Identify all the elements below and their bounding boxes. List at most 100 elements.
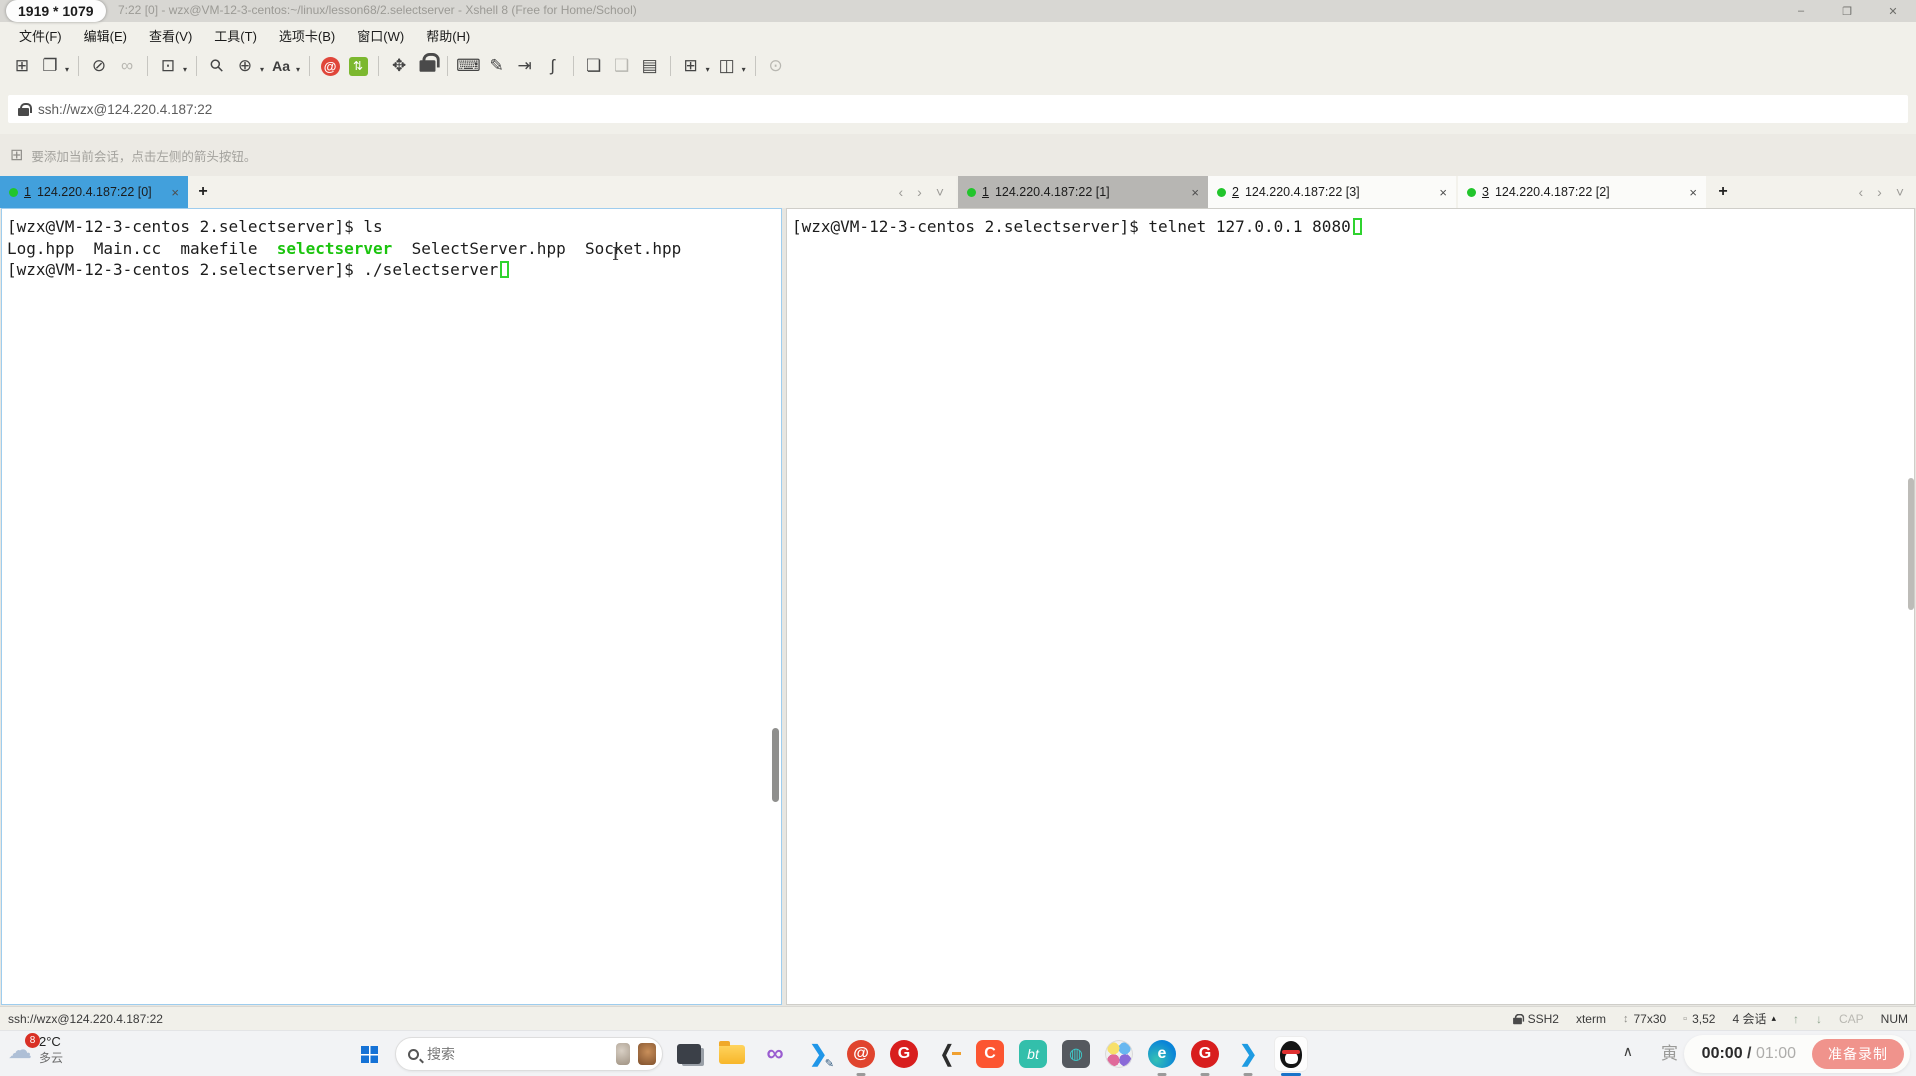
menu-help[interactable]: 帮助(H) <box>415 26 481 45</box>
search-highlight-image-icon[interactable] <box>637 1043 656 1065</box>
open-sessions-dropdown-icon[interactable]: ▾ <box>65 65 69 74</box>
tab-close-icon[interactable]: × <box>1679 185 1697 200</box>
leetcode-button[interactable]: ❬ <box>930 1036 964 1072</box>
qq-button[interactable] <box>1274 1036 1308 1076</box>
gitee-button[interactable]: G <box>887 1036 921 1072</box>
disconnect-icon[interactable]: ⊘ <box>87 53 111 79</box>
left-new-tab-button[interactable]: + <box>188 176 218 208</box>
font-icon[interactable]: Aa <box>269 53 293 79</box>
font-dropdown-icon[interactable]: ▾ <box>296 65 300 74</box>
paint-button[interactable] <box>1102 1036 1136 1072</box>
visual-studio-button[interactable]: ∞ <box>758 1036 792 1072</box>
address-field[interactable] <box>8 95 1908 123</box>
file-explorer-button[interactable] <box>715 1036 749 1072</box>
reconnect-icon[interactable]: ∞ <box>115 53 139 79</box>
vscode-edit-button[interactable]: ❮ ✎ <box>801 1036 835 1072</box>
right-tab-2[interactable]: 2 124.220.4.187:22 [3] × <box>1208 176 1458 208</box>
xftp-transfer-icon[interactable]: ⇅ <box>346 53 370 79</box>
add-session-hint-icon: ⊞ <box>10 147 24 164</box>
search-input[interactable] <box>427 1046 608 1062</box>
tab-scroll-right-icon[interactable]: › <box>1877 184 1882 200</box>
restore-icon[interactable]: ❐ <box>1824 0 1870 22</box>
right-tab-3[interactable]: 3 124.220.4.187:22 [2] × <box>1458 176 1708 208</box>
vscode-button[interactable]: ❮ <box>1231 1036 1265 1076</box>
tab-label: 124.220.4.187:22 [3] <box>1244 185 1360 199</box>
tray-expand-chevron-icon[interactable]: ∧ <box>1623 1043 1633 1060</box>
send-text-icon[interactable]: ⇥ <box>513 53 537 79</box>
right-pane-scrollbar-thumb[interactable] <box>1908 478 1914 610</box>
new-session-icon[interactable]: ⊞ <box>10 53 34 79</box>
fullscreen-icon[interactable]: ✥ <box>387 53 411 79</box>
font-size-down-icon[interactable]: ↓ <box>1816 1012 1822 1026</box>
new-tab-group-dropdown-icon[interactable]: ▾ <box>706 65 710 74</box>
tab-close-icon[interactable]: × <box>161 185 179 200</box>
edge-button[interactable]: e <box>1145 1036 1179 1076</box>
highlight-pen-icon[interactable]: ✎ <box>485 53 509 79</box>
gitee-running-button[interactable]: G <box>1188 1036 1222 1076</box>
menubar: 文件(F) 编辑(E) 查看(V) 工具(T) 选项卡(B) 窗口(W) 帮助(… <box>0 22 1916 48</box>
close-icon[interactable]: ✕ <box>1870 0 1916 22</box>
xshell-logo-icon[interactable]: @ <box>318 53 342 79</box>
status-session-count[interactable]: 4 会话 ▴ <box>1732 1010 1776 1027</box>
split-layout-dropdown-icon[interactable]: ▾ <box>742 65 746 74</box>
virtual-keyboard-icon[interactable]: ⌨ <box>456 53 481 79</box>
menu-view[interactable]: 查看(V) <box>138 26 203 45</box>
search-icon <box>408 1048 419 1060</box>
tab-close-icon[interactable]: × <box>1181 185 1199 200</box>
baota-button[interactable]: bt <box>1016 1036 1050 1072</box>
open-sessions-icon[interactable]: ❐ <box>38 53 62 79</box>
new-tab-group-icon[interactable]: ⊞ <box>679 53 703 79</box>
tab-list-dropdown-icon[interactable]: ˅ <box>1896 184 1904 200</box>
menu-window[interactable]: 窗口(W) <box>346 26 415 45</box>
tab-scroll-left-icon[interactable]: ‹ <box>1858 184 1863 200</box>
ime-indicator-icon[interactable]: 寅 <box>1661 1039 1678 1064</box>
encoding-dropdown-icon[interactable]: ▾ <box>260 65 264 74</box>
csdn-button[interactable]: C <box>973 1036 1007 1072</box>
vscode-icon: ❮ <box>1238 1041 1258 1066</box>
left-pane-scrollbar-thumb[interactable] <box>772 728 779 802</box>
tab-scroll-left-icon[interactable]: ‹ <box>898 184 903 200</box>
address-input[interactable] <box>38 101 1898 117</box>
tab-label: 124.220.4.187:22 [1] <box>994 185 1110 199</box>
xshell-taskbar-button[interactable]: @ <box>844 1036 878 1076</box>
right-terminal-pane[interactable]: [wzx@VM-12-3-centos 2.selectserver]$ tel… <box>786 208 1915 1005</box>
right-new-tab-button[interactable]: + <box>1708 176 1738 208</box>
weather-widget[interactable]: ☁ 8 2°C 多云 <box>8 1032 64 1066</box>
folder-icon <box>719 1040 745 1064</box>
session-dialog-icon[interactable]: ⊡ <box>156 53 180 79</box>
split-layout-icon[interactable]: ◫ <box>715 53 739 79</box>
lock-screen-icon[interactable] <box>415 52 439 79</box>
terminal-cursor <box>1352 218 1362 235</box>
scroll-buffer-icon[interactable]: ʃ <box>541 53 565 79</box>
dark-app-button[interactable]: ◍ <box>1059 1036 1093 1072</box>
qq-penguin-icon <box>1280 1040 1302 1068</box>
info-bar: ⊞ 要添加当前会话，点击左侧的箭头按钮。 <box>0 134 1916 176</box>
tab-close-icon[interactable]: × <box>1429 185 1447 200</box>
menu-tools[interactable]: 工具(T) <box>203 26 268 45</box>
left-tab-1[interactable]: 1 124.220.4.187:22 [0] × <box>0 176 188 208</box>
find-icon[interactable]: ⚲ <box>205 53 229 79</box>
tab-scroll-right-icon[interactable]: › <box>917 184 922 200</box>
log-stop-icon[interactable]: ❑ <box>610 53 634 79</box>
weather-condition: 多云 <box>39 1051 64 1065</box>
search-highlight-image-icon[interactable] <box>616 1043 630 1065</box>
minimize-icon[interactable]: – <box>1778 0 1824 22</box>
prepare-record-button[interactable]: 准备录制 <box>1812 1039 1904 1069</box>
task-view-button[interactable] <box>672 1036 706 1072</box>
log-start-icon[interactable]: ❏ <box>582 53 606 79</box>
taskbar-search[interactable] <box>395 1037 663 1071</box>
encoding-globe-icon[interactable]: ⊕ <box>233 53 257 79</box>
chat-icon[interactable]: ⊙ <box>764 53 788 79</box>
log-view-icon[interactable]: ▤ <box>638 53 662 79</box>
toolbar-separator <box>196 56 198 76</box>
menu-file[interactable]: 文件(F) <box>8 26 73 45</box>
session-dialog-dropdown-icon[interactable]: ▾ <box>183 65 187 74</box>
menu-tab[interactable]: 选项卡(B) <box>268 26 346 45</box>
menu-edit[interactable]: 编辑(E) <box>73 26 138 45</box>
right-tab-1[interactable]: 1 124.220.4.187:22 [1] × <box>958 176 1208 208</box>
toolbar-separator <box>78 56 80 76</box>
font-size-up-icon[interactable]: ↑ <box>1793 1012 1799 1026</box>
tab-list-dropdown-icon[interactable]: ˅ <box>936 184 944 200</box>
start-button[interactable] <box>352 1036 386 1072</box>
left-terminal-pane[interactable]: [wzx@VM-12-3-centos 2.selectserver]$ ls … <box>1 208 782 1005</box>
